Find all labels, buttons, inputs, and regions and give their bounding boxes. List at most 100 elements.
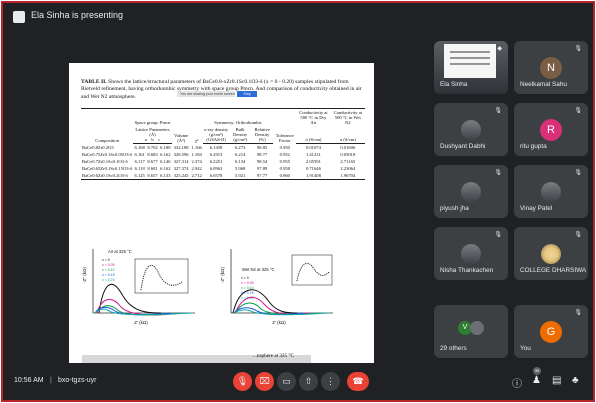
avatar (461, 182, 481, 202)
participant-tile-dushyant-dabhi[interactable]: 🎙 Dushyant Dabhi (434, 103, 508, 156)
participant-tile-piyush-jha[interactable]: 🎙 piyush jha (434, 165, 508, 218)
participant-tile-college-dharsiwa[interactable]: 🎙 COLLEGE DHARSIWA (514, 227, 588, 280)
more-icon[interactable]: ⋮ (321, 372, 340, 391)
y-axis-label: -Z'' (kΩ) (82, 267, 87, 283)
shared-screen: TABLE II. Shows the lattice/structural p… (9, 31, 429, 363)
participant-name: Nisha Thankachen (440, 267, 494, 274)
legend-item: x = 0.05 (102, 263, 115, 267)
table-cell: 6.188 (160, 145, 171, 150)
lattice-c: c (158, 137, 161, 142)
mic-off-icon: 🎙 (494, 108, 502, 114)
plot-title-label: Air at 325 °C (108, 249, 132, 254)
table-cell: 8.681 (147, 166, 158, 171)
thumbnail-line (450, 57, 490, 59)
mic-off-icon[interactable]: 🎙 (233, 372, 252, 391)
participant-tile-ela-sinha[interactable]: ◆ Ela Sinha (434, 41, 508, 94)
col-tolerance: Tolerance Factor (273, 108, 297, 144)
table-row: BaCe0.7Zr0.1Sc0.1O3-δ 6.117 8.677 6.146 327.… (81, 158, 365, 165)
stop-sharing-button[interactable]: Stop Sharing (237, 91, 257, 102)
presenting-label: Ela Sinha is presenting (31, 10, 124, 20)
participant-sidebar: ◆ Ela Sinha 🎙 N Neelkamal Sahu 🎙 Dushyan… (434, 41, 593, 366)
participant-tile-ritu-gupta[interactable]: 🎙 R ritu gupta (514, 103, 588, 156)
table-cell: 6.133 (158, 172, 172, 180)
participant-name: Vinay Patel (520, 205, 553, 212)
table-row: BaCe0.8Zr0.2O3 6.168 8.702 6.188 332.188 1.16… (81, 144, 365, 152)
table-cell: 97.77 (250, 172, 274, 180)
table-body: BaCe0.8Zr0.2O3 6.168 8.702 6.188 332.188 1.16… (81, 144, 365, 180)
table-cell: BaCe0.65Zr0.1Sc0.15O3-δ (82, 166, 133, 171)
avatar (470, 321, 484, 335)
chat-icon[interactable]: ▤ (552, 375, 561, 386)
table-cell: 6.273 (234, 145, 246, 150)
screen-share-notice: You are sharing your entire screen (177, 91, 235, 97)
table-row: BaCe0.65Zr0.1Sc0.15O3-δ 6.118 8.681 6.162 32… (81, 165, 365, 172)
col-bulk-density: Bulk Density (g/cm³) (229, 126, 251, 144)
inset-plot (291, 254, 333, 286)
info-icon[interactable]: ⓘ (512, 375, 522, 390)
table-cell: 325.245 (171, 172, 191, 180)
table-cell: 6.162 (160, 152, 171, 157)
table-cell: 8.677 (147, 159, 158, 164)
lattice-a: a (144, 137, 147, 142)
table-cell: 0.952 (279, 152, 290, 157)
table-cell: 6.0963 (209, 166, 223, 171)
avatar: R (540, 119, 562, 141)
participant-name: Dushyant Dabhi (440, 143, 486, 150)
mic-off-icon: 🎙 (574, 232, 582, 238)
legend-item: x = 0 (241, 276, 249, 280)
activities-icon[interactable]: ♣ (572, 375, 579, 386)
mic-off-icon: 🎙 (574, 310, 582, 316)
col-composition: Composition (81, 108, 134, 144)
current-time: 10:56 AM (14, 377, 44, 384)
table-cell: 97.89 (257, 166, 268, 171)
table-cell: 6.134 (234, 159, 246, 164)
participant-tile-nisha-thankachen[interactable]: 🎙 Nisha Thankachen (434, 227, 508, 280)
avatar (461, 120, 481, 140)
participant-tile-you[interactable]: 🎙 G You (514, 305, 588, 358)
participant-tile-vinay-patel[interactable]: 🎙 Vinay Patel (514, 165, 588, 218)
participant-name: COLLEGE DHARSIWA (520, 267, 587, 274)
col-symmetry: Symmetry: Orthorhombic (202, 108, 274, 126)
participant-name: piyush jha (440, 205, 469, 212)
end-call-icon[interactable]: ☎ (347, 372, 369, 391)
impedance-plot-wet-n2: Z' (kΩ) -Z'' (kΩ) Wet N2 at 325 °C x = 0… (219, 241, 339, 327)
lattice-label: Lattice Parameters (Å) (135, 127, 170, 137)
toolbar-separator: | (50, 377, 52, 384)
captions-icon[interactable]: ▭ (277, 372, 296, 391)
table-cell: 6.2913 (209, 152, 223, 157)
table-cell: 2.374 (191, 159, 202, 164)
col-chi: χ² (190, 108, 203, 144)
table-cell: 2.05591 (305, 159, 321, 164)
col-conductivity-dry: Conductivity at 500 °C in Dry Air (296, 108, 331, 126)
plot-title-label: Wet N2 at 325 °C (242, 267, 275, 272)
table-cell: BaCe0.6Zr0.1Sc0.2O3-δ (81, 172, 134, 180)
col-xray-density: x-ray density (g/cm³) (GSAS-II) (202, 126, 230, 144)
table-cell: 98.54 (257, 159, 268, 164)
table-cell: 8.657 (146, 172, 159, 180)
impedance-plot-air: Z' (kΩ) -Z'' (kΩ) Air at 325 °C x = 0 x … (81, 241, 201, 327)
legend-item: x = 0.15 (102, 273, 115, 277)
table-cell: 1.96704 (330, 172, 365, 180)
table-row: BaCe0.6Zr0.1Sc0.2O3-δ 6.125 8.657 6.133 325.… (81, 172, 365, 180)
participant-tile-others[interactable]: V 29 others (434, 305, 508, 358)
table-cell: 0.71646 (305, 166, 321, 171)
people-icon[interactable]: ♟ (532, 375, 541, 386)
table-cell: 0.960 (273, 172, 297, 180)
table-cell: 8.702 (147, 145, 158, 150)
col-space-group: Space group: Pmcn (133, 108, 172, 126)
avatar: G (540, 321, 562, 343)
table-cell: 2.712 (190, 172, 203, 180)
presentation-slide: TABLE II. Shows the lattice/structural p… (69, 63, 374, 363)
avatar (461, 244, 481, 264)
table-cell: 6.2251 (209, 159, 223, 164)
table-cell: 8.683 (147, 152, 158, 157)
participant-tile-neelkamal-sahu[interactable]: 🎙 N Neelkamal Sahu (514, 41, 588, 94)
pin-icon[interactable]: ◆ (497, 45, 502, 52)
table-cell: 328.596 (173, 152, 189, 157)
lattice-parameter-table: Composition Space group: Pmcn Volume (Å³… (81, 108, 365, 180)
present-icon[interactable]: ⇧ (299, 372, 318, 391)
table-cell: 6.214 (234, 152, 246, 157)
col-sigma-dry: σ (S/cm) (296, 126, 331, 144)
camera-off-icon[interactable]: ⌧ (255, 372, 274, 391)
table-cell: 6.118 (134, 166, 145, 171)
